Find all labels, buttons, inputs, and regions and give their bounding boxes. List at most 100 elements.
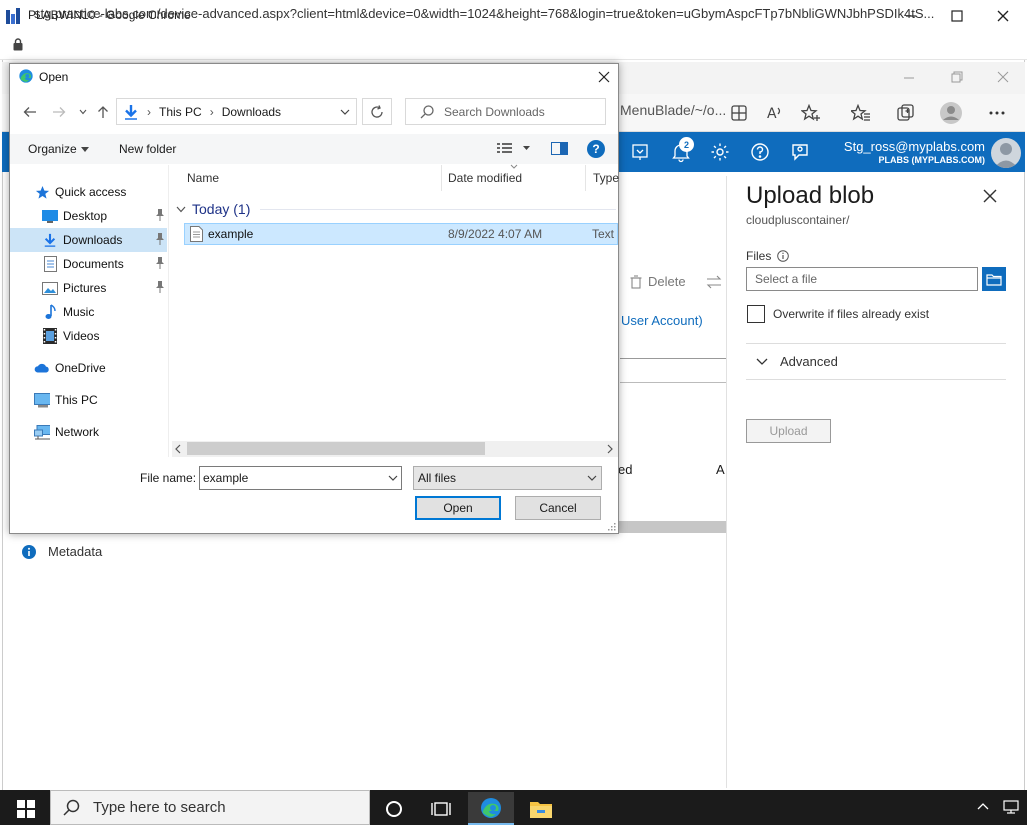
favorites-icon[interactable]: [848, 100, 874, 126]
user-org: PLABS (MYPLABS.COM): [878, 155, 986, 165]
chevron-right-icon: ›: [209, 104, 214, 119]
upload-button[interactable]: Upload: [746, 419, 831, 443]
scroll-left-icon[interactable]: [175, 444, 181, 454]
chrome-url-text[interactable]: stg.practice-labs.com/device-advanced.as…: [34, 6, 934, 21]
edge-close-button[interactable]: [997, 71, 1009, 83]
overwrite-label[interactable]: Overwrite if files already exist: [773, 307, 929, 321]
dialog-address-bar[interactable]: › This PC › Downloads: [116, 98, 357, 125]
column-header-fragment: A: [716, 462, 725, 477]
nav-documents[interactable]: Documents: [10, 252, 167, 276]
advanced-expander[interactable]: Advanced: [756, 354, 838, 369]
folder-icon: [986, 274, 1002, 286]
scroll-right-icon[interactable]: [607, 444, 613, 454]
recent-locations-chevron-icon[interactable]: [73, 102, 93, 122]
more-menu-icon[interactable]: [984, 100, 1010, 126]
start-button[interactable]: [2, 792, 50, 825]
tray-chevron-up-icon[interactable]: [977, 802, 989, 810]
nav-desktop[interactable]: Desktop: [10, 204, 167, 228]
cancel-button[interactable]: Cancel: [515, 496, 601, 520]
pane-divider[interactable]: [168, 165, 169, 457]
group-header-today[interactable]: Today (1): [176, 201, 250, 217]
computer-icon: [34, 392, 50, 408]
search-icon: [63, 799, 80, 816]
downloads-arrow-icon: [125, 104, 137, 120]
swap-icon[interactable]: [706, 274, 722, 290]
maximize-button[interactable]: [934, 0, 980, 32]
directory-filter-icon[interactable]: [625, 138, 655, 166]
chrome-address-bar[interactable]: [0, 32, 1027, 60]
scrollbar-thumb[interactable]: [187, 442, 485, 455]
edge-taskbar-icon[interactable]: [468, 792, 514, 825]
file-type-filter[interactable]: All files: [413, 466, 602, 490]
apps-icon[interactable]: [726, 100, 752, 126]
address-dropdown-chevron-icon: [340, 109, 350, 115]
task-view-icon[interactable]: [418, 792, 464, 825]
nav-quick-access[interactable]: Quick access: [10, 180, 167, 204]
column-header-type[interactable]: Type: [593, 171, 619, 185]
pin-icon: [155, 233, 165, 245]
preview-pane-icon[interactable]: [551, 142, 568, 155]
account-avatar[interactable]: [991, 138, 1021, 168]
chevron-down-icon: [80, 146, 89, 152]
select-file-input[interactable]: Select a file: [746, 267, 978, 291]
file-name-input[interactable]: example: [199, 466, 402, 490]
nav-onedrive[interactable]: OneDrive: [10, 356, 167, 380]
delete-toolbar-button[interactable]: Delete: [630, 274, 686, 289]
chevron-down-icon: [587, 475, 597, 481]
new-folder-button[interactable]: New folder: [119, 142, 176, 156]
star-icon: [34, 184, 50, 200]
nav-network[interactable]: Network: [10, 420, 167, 444]
close-panel-icon[interactable]: [980, 186, 1000, 206]
videos-icon: [42, 328, 58, 344]
account-info[interactable]: Stg_ross@myplabs.com PLABS (MYPLABS.COM): [844, 139, 985, 165]
close-window-button[interactable]: [980, 0, 1026, 32]
organize-label: Organize: [28, 142, 77, 156]
network-tray-icon[interactable]: [1003, 800, 1019, 814]
open-button[interactable]: Open: [415, 496, 501, 520]
nav-downloads[interactable]: Downloads: [10, 228, 167, 252]
help-icon[interactable]: [745, 138, 775, 166]
view-options-icon[interactable]: [497, 142, 531, 154]
column-header-date[interactable]: Date modified: [448, 171, 522, 185]
cortana-icon[interactable]: [371, 792, 417, 825]
horizontal-scrollbar[interactable]: [618, 521, 726, 533]
forward-arrow-icon[interactable]: [49, 102, 69, 122]
edge-minimize-button[interactable]: [903, 72, 915, 84]
dialog-close-button[interactable]: [592, 66, 616, 88]
taskbar-search[interactable]: Type here to search: [50, 790, 370, 825]
nav-pictures[interactable]: Pictures: [10, 276, 167, 300]
feedback-icon[interactable]: [785, 138, 815, 166]
breadcrumb-downloads[interactable]: Downloads: [222, 105, 281, 119]
edge-restore-button[interactable]: [951, 71, 963, 83]
refresh-button[interactable]: [362, 98, 392, 125]
breadcrumb-this-pc[interactable]: This PC: [159, 105, 202, 119]
group-label: Today (1): [192, 201, 251, 217]
column-separator[interactable]: [441, 165, 442, 191]
user-account-link[interactable]: User Account): [621, 313, 703, 328]
metadata-item[interactable]: Metadata: [22, 544, 102, 559]
files-label-text: Files: [746, 249, 772, 263]
nav-videos[interactable]: Videos: [10, 324, 167, 348]
edge-address-text[interactable]: MenuBlade/~/o...: [620, 102, 726, 118]
file-explorer-icon[interactable]: [518, 792, 564, 825]
overwrite-checkbox[interactable]: [747, 305, 765, 323]
dialog-search-input[interactable]: Search Downloads: [405, 98, 606, 125]
downloads-arrow-icon: [42, 232, 58, 248]
settings-gear-icon[interactable]: [705, 138, 735, 166]
back-arrow-icon[interactable]: [20, 102, 40, 122]
add-favorite-icon[interactable]: [798, 100, 824, 126]
dialog-help-icon[interactable]: ?: [587, 140, 605, 158]
organize-menu[interactable]: Organize: [28, 142, 89, 156]
nav-this-pc[interactable]: This PC: [10, 388, 167, 412]
up-arrow-icon[interactable]: [93, 102, 113, 122]
collections-icon[interactable]: [893, 100, 919, 126]
column-header-name[interactable]: Name: [187, 171, 219, 185]
column-separator[interactable]: [585, 165, 586, 191]
file-name: example: [208, 227, 254, 241]
resize-grip-icon[interactable]: [607, 522, 616, 531]
nav-music[interactable]: Music: [10, 300, 167, 324]
read-aloud-icon[interactable]: A: [762, 100, 788, 126]
profile-avatar[interactable]: [938, 100, 964, 126]
group-divider: [260, 209, 616, 210]
browse-folder-button[interactable]: [982, 267, 1006, 291]
